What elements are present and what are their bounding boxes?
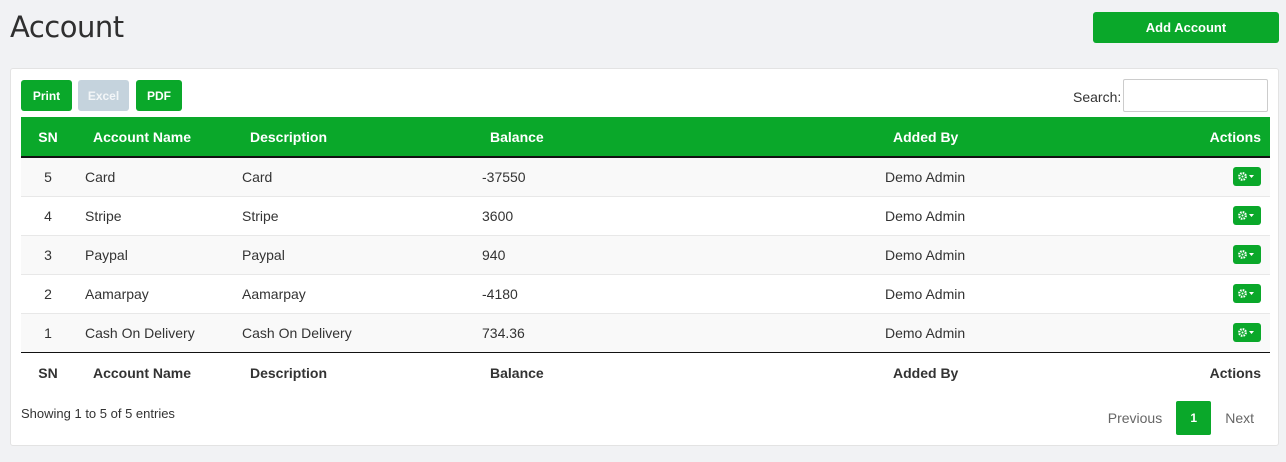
footer-header-actions: Actions bbox=[1209, 365, 1261, 382]
gear-dropdown-icon bbox=[1238, 250, 1254, 259]
cell-balance: -4180 bbox=[482, 285, 518, 302]
row-actions-button[interactable] bbox=[1233, 167, 1261, 187]
cell-balance: 734.36 bbox=[482, 324, 525, 341]
cell-added-by: Demo Admin bbox=[885, 324, 966, 341]
cell-description: Cash On Delivery bbox=[242, 324, 352, 341]
cell-sn: 4 bbox=[44, 207, 52, 224]
accounts-table: SN Account Name Description Balance Adde… bbox=[21, 117, 1270, 394]
cell-sn: 3 bbox=[44, 246, 52, 263]
cell-account-name: Aamarpay bbox=[85, 285, 149, 302]
cell-sn: 5 bbox=[44, 168, 52, 185]
table-footer-row: SN Account Name Description Balance Adde… bbox=[21, 352, 1270, 394]
add-account-button[interactable]: Add Account bbox=[1093, 12, 1279, 43]
search-input[interactable] bbox=[1123, 79, 1268, 112]
cell-added-by: Demo Admin bbox=[885, 168, 966, 185]
print-button[interactable]: Print bbox=[21, 80, 72, 111]
cell-added-by: Demo Admin bbox=[885, 207, 966, 224]
pdf-button[interactable]: PDF bbox=[136, 80, 182, 111]
footer-header-description: Description bbox=[250, 365, 328, 382]
footer-header-added-by: Added By bbox=[893, 365, 959, 382]
table-row: 5 Card Card -37550 Demo Admin bbox=[21, 157, 1270, 196]
cell-actions bbox=[1189, 313, 1270, 352]
cell-actions bbox=[1189, 235, 1270, 274]
cell-account-name: Paypal bbox=[85, 246, 128, 263]
cell-added-by: Demo Admin bbox=[885, 246, 966, 263]
cell-balance: -37550 bbox=[482, 168, 526, 185]
row-actions-button[interactable] bbox=[1233, 284, 1261, 303]
cell-actions bbox=[1189, 196, 1270, 235]
next-page-link[interactable]: Next bbox=[1211, 401, 1268, 435]
excel-button[interactable]: Excel bbox=[78, 80, 129, 111]
column-header-actions: Actions bbox=[1189, 117, 1270, 158]
table-row: 4 Stripe Stripe 3600 Demo Admin bbox=[21, 196, 1270, 235]
cell-account-name: Card bbox=[85, 168, 116, 185]
cell-description: Aamarpay bbox=[242, 285, 306, 302]
cell-balance: 3600 bbox=[482, 207, 514, 224]
column-header-balance[interactable]: Balance bbox=[472, 117, 875, 158]
cell-description: Paypal bbox=[242, 246, 285, 263]
accounts-panel: Print Excel PDF Search: SN Account Name … bbox=[10, 68, 1279, 446]
column-header-description[interactable]: Description bbox=[232, 117, 472, 158]
cell-actions bbox=[1189, 157, 1270, 196]
table-row: 1 Cash On Delivery Cash On Delivery 734.… bbox=[21, 313, 1270, 352]
row-actions-button[interactable] bbox=[1233, 206, 1261, 225]
search-label: Search: bbox=[1073, 89, 1122, 105]
column-header-account-name[interactable]: Account Name bbox=[75, 117, 232, 158]
cell-balance: 940 bbox=[482, 246, 506, 263]
cell-description: Stripe bbox=[242, 207, 279, 224]
table-header-row: SN Account Name Description Balance Adde… bbox=[21, 117, 1270, 158]
previous-page-link[interactable]: Previous bbox=[1094, 401, 1176, 435]
table-row: 3 Paypal Paypal 940 Demo Admin bbox=[21, 235, 1270, 274]
gear-dropdown-icon bbox=[1238, 328, 1254, 337]
cell-sn: 1 bbox=[44, 324, 52, 341]
page-1-link[interactable]: 1 bbox=[1176, 401, 1212, 435]
cell-account-name: Stripe bbox=[85, 207, 122, 224]
column-header-added-by[interactable]: Added By bbox=[875, 117, 1189, 158]
cell-added-by: Demo Admin bbox=[885, 285, 966, 302]
footer-header-sn: SN bbox=[38, 365, 58, 382]
column-header-sn[interactable]: SN bbox=[21, 117, 75, 158]
footer-header-account-name: Account Name bbox=[93, 365, 192, 382]
gear-dropdown-icon bbox=[1238, 211, 1254, 220]
cell-account-name: Cash On Delivery bbox=[85, 324, 195, 341]
entries-info: Showing 1 to 5 of 5 entries bbox=[21, 406, 175, 421]
cell-sn: 2 bbox=[44, 285, 52, 302]
gear-dropdown-icon bbox=[1238, 289, 1254, 298]
pagination: Previous 1 Next bbox=[1094, 401, 1268, 435]
row-actions-button[interactable] bbox=[1233, 323, 1261, 342]
footer-header-balance: Balance bbox=[490, 365, 544, 382]
cell-actions bbox=[1189, 274, 1270, 313]
page-title: Account bbox=[10, 10, 124, 44]
gear-dropdown-icon bbox=[1238, 172, 1254, 182]
cell-description: Card bbox=[242, 168, 273, 185]
table-row: 2 Aamarpay Aamarpay -4180 Demo Admin bbox=[21, 274, 1270, 313]
row-actions-button[interactable] bbox=[1233, 245, 1261, 264]
